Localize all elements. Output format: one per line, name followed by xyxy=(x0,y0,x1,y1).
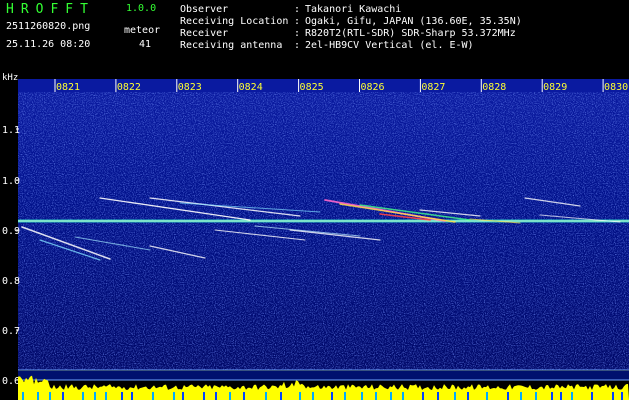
location-value: Ogaki, Gifu, JAPAN (136.60E, 35.35N) xyxy=(305,16,522,27)
app-version: 1.0.0 xyxy=(126,3,157,14)
power-band-marker xyxy=(591,392,593,400)
power-band-marker xyxy=(361,392,363,400)
separator: : xyxy=(294,28,301,39)
time-tick-label: 0823 xyxy=(178,82,202,93)
location-label: Receiving Location xyxy=(180,16,289,27)
power-band-marker xyxy=(467,392,469,400)
time-tick-label: 0828 xyxy=(482,82,506,93)
power-band-marker xyxy=(437,392,439,400)
power-band-marker xyxy=(344,392,346,400)
power-band-marker xyxy=(621,392,623,400)
time-tick-label: 0822 xyxy=(117,82,141,93)
time-tick-label: 0824 xyxy=(239,82,263,93)
power-band-marker xyxy=(312,392,314,400)
power-band-marker xyxy=(215,392,217,400)
power-band-marker xyxy=(571,392,573,400)
power-band-marker xyxy=(402,392,404,400)
antenna-value: 2el-HB9CV Vertical (el. E-W) xyxy=(305,40,474,51)
time-tick-label: 0825 xyxy=(300,82,324,93)
meteor-count: 41 xyxy=(139,39,152,50)
power-band-marker xyxy=(507,392,509,400)
spectrogram-noise xyxy=(18,92,629,370)
separator: : xyxy=(294,40,301,51)
frequency-tick-label: 1.1 xyxy=(2,125,20,136)
app-name: HROFFT xyxy=(6,2,95,17)
frequency-unit-label: kHz xyxy=(2,73,19,83)
power-band-marker xyxy=(612,392,614,400)
frequency-axis: 1.1 1.0 0.9 0.8 0.7 0.6 xyxy=(2,125,20,387)
time-tick-label: 0826 xyxy=(360,82,384,93)
power-band-marker xyxy=(265,392,267,400)
power-band-marker xyxy=(375,392,377,400)
power-band-marker xyxy=(37,392,39,400)
power-band-marker xyxy=(535,392,537,400)
power-band-marker xyxy=(390,392,392,400)
power-band-marker xyxy=(49,392,51,400)
power-band-marker xyxy=(454,392,456,400)
power-band-marker xyxy=(131,392,133,400)
time-tick-label: 0830 xyxy=(604,82,628,93)
frequency-tick-label: 0.9 xyxy=(2,226,20,237)
power-band-marker xyxy=(280,392,282,400)
time-tick-label: 0821 xyxy=(56,82,80,93)
power-band-marker xyxy=(121,392,123,400)
receiver-label: Receiver xyxy=(180,28,229,39)
separator: : xyxy=(294,16,301,27)
power-band-marker xyxy=(182,392,184,400)
power-band-marker xyxy=(486,392,488,400)
separator: : xyxy=(294,4,301,15)
power-band-marker xyxy=(94,392,96,400)
power-band-marker xyxy=(152,392,154,400)
power-band-marker xyxy=(520,392,522,400)
observer-label: Observer xyxy=(180,4,229,15)
frequency-tick-label: 1.0 xyxy=(2,176,20,187)
lower-band xyxy=(18,371,629,380)
meteor-label: meteor xyxy=(124,25,161,36)
power-band-marker xyxy=(105,392,107,400)
power-band-marker xyxy=(229,392,231,400)
time-tick-label: 0829 xyxy=(543,82,567,93)
frequency-tick-label: 0.8 xyxy=(2,276,20,287)
power-band-marker xyxy=(299,392,301,400)
power-band-marker xyxy=(82,392,84,400)
power-band-marker xyxy=(331,392,333,400)
power-band-marker xyxy=(560,392,562,400)
power-band-marker xyxy=(422,392,424,400)
receiver-value: R820T2(RTL-SDR) SDR-Sharp 53.372MHz xyxy=(305,28,516,39)
frequency-tick-label: 0.6 xyxy=(2,376,20,387)
time-tick-label: 0827 xyxy=(421,82,445,93)
power-band-marker xyxy=(203,392,205,400)
observer-value: Takanori Kawachi xyxy=(305,4,402,15)
power-band-marker xyxy=(173,392,175,400)
power-band-marker xyxy=(22,392,24,400)
antenna-label: Receiving antenna xyxy=(180,40,283,51)
power-band-marker xyxy=(551,392,553,400)
header-panel: HROFFT 1.0.0 2511260820.png 25.11.26 08:… xyxy=(0,0,629,72)
frequency-tick-label: 0.7 xyxy=(2,326,20,337)
power-band-marker xyxy=(62,392,64,400)
power-band-marker xyxy=(243,392,245,400)
timestamp: 25.11.26 08:20 xyxy=(6,39,91,50)
file-name: 2511260820.png xyxy=(6,21,91,32)
